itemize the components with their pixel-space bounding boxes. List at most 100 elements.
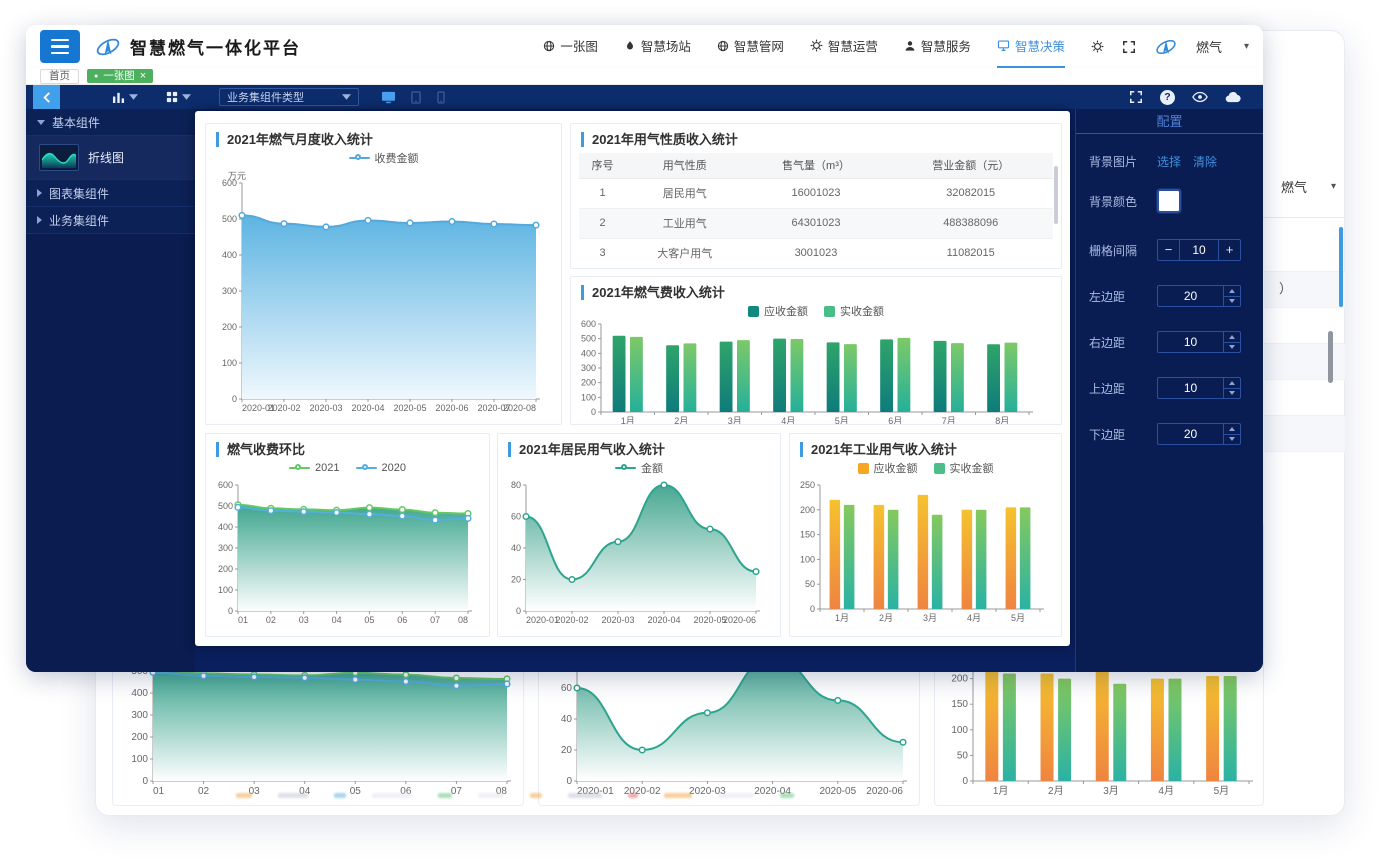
gas-quality-table-card[interactable]: 2021年用气性质收入统计 序号用气性质售气量（m³）营业金额（元）1居民用气1… [570, 123, 1062, 269]
nav-item-智慧场站[interactable]: 智慧场站 [624, 25, 691, 68]
settings-gear-icon[interactable] [1091, 40, 1104, 53]
spin-up-icon[interactable] [1224, 424, 1240, 435]
margin-left-spinner[interactable]: 20 [1157, 285, 1241, 307]
bar-chart-icon [112, 91, 125, 103]
sidebar-section-basic[interactable]: 基本组件 [26, 109, 195, 136]
component-type-select[interactable]: 业务集组件类型 [219, 88, 359, 106]
spin-up-icon[interactable] [1224, 286, 1240, 297]
table-header-cell: 售气量（m³） [744, 153, 889, 178]
desktop-preview-icon[interactable] [381, 91, 396, 104]
legend-label: 实收金额 [840, 303, 884, 319]
nav-item-智慧管网[interactable]: 智慧管网 [717, 25, 784, 68]
legend-item-金额[interactable]: 金额 [615, 460, 663, 476]
legend-item-应收金额[interactable]: 应收金额 [858, 460, 918, 476]
choose-link[interactable]: 选择 [1157, 153, 1181, 170]
navbar: 智慧燃气一体化平台 一张图智慧场站智慧管网智慧运营智慧服务智慧决策 燃气 ▾ [26, 25, 1263, 68]
legend-item-收费金额[interactable]: 收费金额 [349, 150, 419, 166]
svg-text:20: 20 [511, 575, 521, 585]
background-gas-dropdown[interactable]: 燃气 ▾ [1281, 177, 1336, 196]
svg-text:0: 0 [962, 776, 968, 787]
widget-grid-button[interactable] [166, 91, 191, 103]
tenant-label: 燃气 [1196, 37, 1222, 56]
nav-item-label: 智慧运营 [828, 36, 878, 55]
spin-down-icon[interactable] [1224, 435, 1240, 445]
chevron-down-icon [182, 94, 191, 100]
gas-fee-card[interactable]: 2021年燃气费收入统计 应收金额实收金额 010020030040050060… [570, 276, 1062, 425]
card-title: 2021年燃气费收入统计 [581, 285, 1051, 300]
spin-down-icon[interactable] [1224, 343, 1240, 353]
preview-eye-icon[interactable] [1192, 91, 1208, 103]
legend-item-2021[interactable]: 2021 [289, 462, 339, 474]
margin-top-spinner[interactable]: 10 [1157, 377, 1241, 399]
svg-text:4月: 4月 [781, 416, 795, 425]
svg-text:100: 100 [131, 754, 148, 765]
table-cell: 32082015 [888, 178, 1053, 208]
dashboard-preview[interactable]: 2021年燃气月度收入统计 收费金额 0100200300400500600万元… [195, 111, 1070, 646]
nav-item-智慧决策[interactable]: 智慧决策 [997, 25, 1065, 68]
legend-item-实收金额[interactable]: 实收金额 [934, 460, 994, 476]
spin-up-icon[interactable] [1224, 332, 1240, 343]
decrement-button[interactable]: − [1158, 240, 1179, 260]
config-row-margin-left: 左边距 20 [1089, 285, 1250, 307]
svg-text:400: 400 [218, 522, 233, 532]
table-row[interactable]: 2工业用气64301023488388096 [579, 208, 1053, 238]
chart-components-button[interactable] [112, 91, 138, 103]
margin-bottom-spinner[interactable]: 20 [1157, 423, 1241, 445]
grid-gap-value[interactable]: 10 [1179, 240, 1219, 260]
sidebar-item-line-chart[interactable]: 折线图 [26, 136, 195, 180]
monthly-revenue-card[interactable]: 2021年燃气月度收入统计 收费金额 0100200300400500600万元… [205, 123, 562, 425]
clear-link[interactable]: 清除 [1193, 153, 1217, 170]
legend-item-2020[interactable]: 2020 [356, 462, 406, 474]
table-scrollbar[interactable] [1054, 166, 1058, 224]
config-row-margin-top: 上边距 10 [1089, 377, 1250, 399]
mom-comparison-card[interactable]: 燃气收费环比 20212020 010020030040050060001020… [205, 433, 490, 637]
color-swatch[interactable] [1157, 189, 1181, 213]
table-cell: 488388096 [888, 208, 1053, 238]
cloud-save-icon[interactable] [1225, 91, 1241, 103]
tablet-preview-icon[interactable] [410, 91, 422, 104]
svg-text:50: 50 [957, 750, 969, 761]
background-gas-label: 燃气 [1281, 177, 1307, 196]
tab-one-map[interactable]: ● 一张图 × [87, 69, 153, 83]
breadcrumb-home[interactable]: 首页 [40, 69, 79, 84]
fullscreen-icon[interactable] [1122, 40, 1136, 54]
tenant-dropdown[interactable]: 燃气 ▾ [1196, 37, 1249, 56]
nav-item-智慧运营[interactable]: 智慧运营 [810, 25, 878, 68]
legend-item-实收金额[interactable]: 实收金额 [824, 303, 884, 319]
nav-item-智慧服务[interactable]: 智慧服务 [904, 25, 971, 68]
config-row-margin-bottom: 下边距 20 [1089, 423, 1250, 445]
scrollbar-accent[interactable] [1339, 227, 1343, 307]
margin-right-spinner[interactable]: 10 [1157, 331, 1241, 353]
collapse-sidebar-button[interactable] [33, 85, 60, 109]
tab-label: 一张图 [103, 69, 135, 83]
table-row[interactable]: 1居民用气1600102332082015 [579, 178, 1053, 208]
svg-text:200: 200 [581, 378, 596, 388]
fullscreen-icon[interactable] [1129, 90, 1143, 104]
sidebar-section-chartset[interactable]: 图表集组件 [26, 180, 195, 207]
legend-item-应收金额[interactable]: 应收金额 [748, 303, 808, 319]
spin-down-icon[interactable] [1224, 297, 1240, 307]
table-row[interactable]: 3大客户用气300102311082015 [579, 238, 1053, 268]
resident-revenue-card[interactable]: 2021年居民用气收入统计 金额 0204060802020-012020-02… [497, 433, 781, 637]
svg-text:2020-01: 2020-01 [526, 615, 559, 625]
help-icon[interactable]: ? [1160, 90, 1175, 105]
increment-button[interactable]: + [1219, 240, 1240, 260]
config-panel: 配置 背景图片 选择 清除 背景颜色 栅格间隔 − 10 + [1075, 109, 1263, 672]
phone-preview-icon[interactable] [436, 91, 446, 104]
legend-swatch [824, 306, 835, 317]
chevron-down-icon [342, 94, 351, 100]
table-header-cell: 序号 [579, 153, 626, 178]
device-preview-switch [381, 91, 446, 104]
svg-text:0: 0 [516, 606, 521, 616]
nav-item-一张图[interactable]: 一张图 [543, 25, 598, 68]
hamburger-menu-button[interactable] [40, 30, 80, 63]
spin-down-icon[interactable] [1224, 389, 1240, 399]
scrollbar-thumb[interactable] [1328, 331, 1333, 383]
svg-text:2月: 2月 [879, 613, 893, 623]
tab-close-icon[interactable]: × [140, 69, 146, 83]
chart-legend: 应收金额实收金额 [790, 459, 1061, 477]
sidebar-section-business[interactable]: 业务集组件 [26, 207, 195, 234]
industry-revenue-card[interactable]: 2021年工业用气收入统计 应收金额实收金额 0501001502002501月… [789, 433, 1062, 637]
spin-up-icon[interactable] [1224, 378, 1240, 389]
svg-text:02: 02 [266, 615, 276, 625]
